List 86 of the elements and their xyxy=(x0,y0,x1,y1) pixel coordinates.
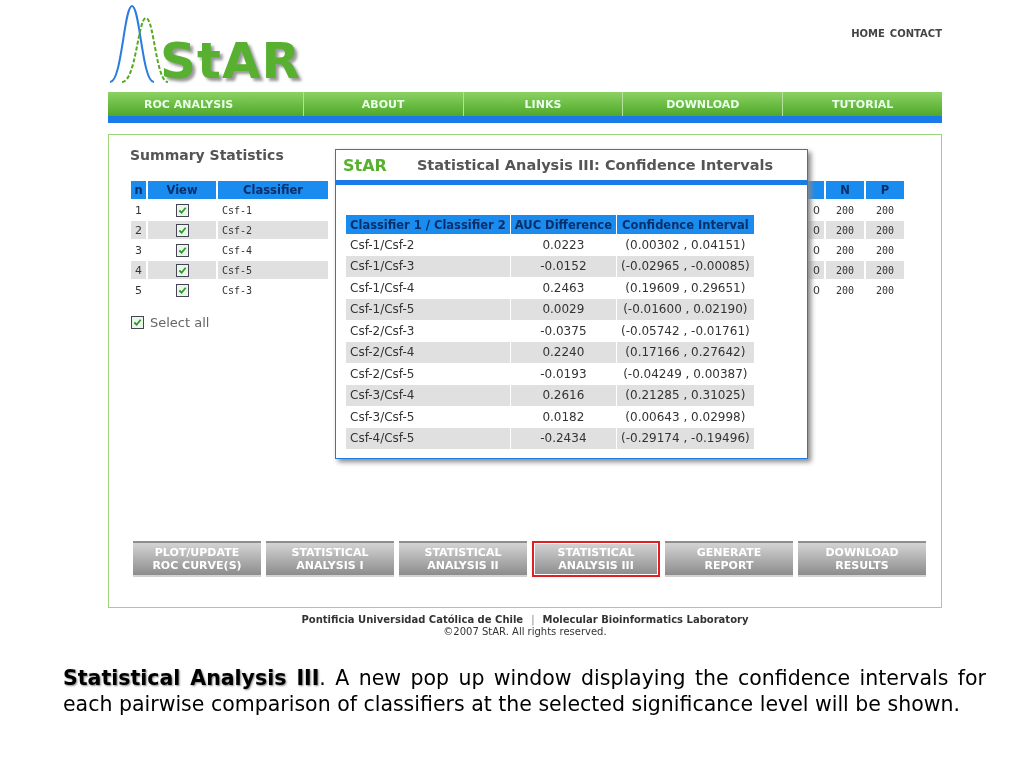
table-cell-text: 1 xyxy=(134,202,143,219)
table-cell-text: 200 xyxy=(834,243,856,258)
table-cell-text: 200 xyxy=(874,243,896,258)
header-link[interactable]: CONTACT xyxy=(889,28,942,92)
action-button[interactable]: STATISTICAL ANALYSIS II xyxy=(399,541,527,577)
table-cell: 200 xyxy=(866,221,904,239)
footer-separator: | xyxy=(531,614,535,625)
table-cell-text: 200 xyxy=(874,283,896,298)
table-cell-text: 0 xyxy=(812,242,821,259)
table-cell-text: 200 xyxy=(834,203,856,218)
popup-title: Statistical Analysis III: Confidence Intervals xyxy=(416,157,774,173)
caption: Statistical Analysis III. A new pop up window displaying the confidence intervals for each pairwise comparison of classifiers at the selected significance level will be shown. xyxy=(63,665,986,717)
table-cell: 0.2240 xyxy=(510,341,616,363)
column-header: Confidence Interval xyxy=(617,215,754,234)
action-button[interactable]: GENERATE REPORT xyxy=(665,541,793,577)
table-cell: -0.2434 xyxy=(510,427,616,449)
table-cell: Csf-2 xyxy=(218,221,328,239)
table-cell: 4 xyxy=(131,261,146,279)
table-cell-text: -0.0375 xyxy=(539,322,588,340)
column-header: Classifier xyxy=(218,181,328,199)
table-cell-text: 0.0223 xyxy=(541,236,586,254)
table-cell-text: 0 xyxy=(812,282,821,299)
table-cell: (0.17166 , 0.27642) xyxy=(617,341,754,363)
checkbox[interactable] xyxy=(175,283,189,297)
checkbox[interactable] xyxy=(131,316,144,329)
table-cell-text: Csf-1/Csf-2 xyxy=(349,236,416,254)
table-cell: 0.2616 xyxy=(510,384,616,406)
table-cell: Csf-1/Csf-5 xyxy=(346,298,510,320)
table-cell: 200 xyxy=(866,261,904,279)
table-cell-text: 200 xyxy=(834,283,856,298)
copyright: ©2007 StAR. All rights reserved. xyxy=(442,626,608,637)
table-cell-text: Csf-1 xyxy=(221,203,254,218)
table-cell-text: Csf-1/Csf-4 xyxy=(349,279,416,297)
table-cell-text: (0.00302 , 0.04151) xyxy=(624,236,747,254)
table-cell-text: Csf-3 xyxy=(221,283,254,298)
table-cell: Csf-4/Csf-5 xyxy=(346,427,510,449)
popup-logo: StAR xyxy=(343,155,387,175)
table-cell: Csf-3/Csf-4 xyxy=(346,384,510,406)
table-cell: (-0.29174 , -0.19496) xyxy=(617,427,754,449)
table-cell-text: (-0.04249 , 0.00387) xyxy=(622,365,749,383)
table-cell-text: Csf-4 xyxy=(221,243,254,258)
column-header: AUC Difference xyxy=(510,215,616,234)
logo: StAR xyxy=(160,36,302,86)
table-cell-text: (-0.05742 , -0.01761) xyxy=(620,322,751,340)
action-button[interactable]: DOWNLOAD RESULTS xyxy=(798,541,926,577)
table-cell: 200 xyxy=(826,261,864,279)
footer-text: Pontificia Universidad Católica de Chile xyxy=(301,614,524,625)
checkbox[interactable] xyxy=(175,243,189,257)
table-cell-text: (0.19609 , 0.29651) xyxy=(624,279,747,297)
table-cell: Csf-2/Csf-4 xyxy=(346,341,510,363)
table-cell-text: 5 xyxy=(134,282,143,299)
table-cell: Csf-1/Csf-3 xyxy=(346,255,510,277)
action-button[interactable]: STATISTICAL ANALYSIS III xyxy=(532,541,660,577)
header-link[interactable]: HOME xyxy=(851,28,885,92)
footer-text: Molecular Bioinformatics Laboratory xyxy=(542,614,749,625)
checkbox-label: Select all xyxy=(150,315,210,330)
column-header: P xyxy=(866,181,904,199)
table-cell-text: -0.0193 xyxy=(539,365,588,383)
table-cell-text: 3 xyxy=(134,242,143,259)
column-header: N xyxy=(826,181,864,199)
checkbox[interactable] xyxy=(175,203,189,217)
table-cell-text: (0.00643 , 0.02998) xyxy=(624,408,747,426)
table-cell: 0.0029 xyxy=(510,298,616,320)
table-cell-text: Csf-2/Csf-5 xyxy=(349,365,416,383)
table-cell: Csf-5 xyxy=(218,261,328,279)
table-cell-text: Csf-2/Csf-3 xyxy=(349,322,416,340)
table-cell-text: 0.2463 xyxy=(541,279,586,297)
checkbox[interactable] xyxy=(175,263,189,277)
table-cell: (-0.02965 , -0.00085) xyxy=(617,255,754,277)
column-header: View xyxy=(148,181,216,199)
table-cell-text: 0.0182 xyxy=(541,408,586,426)
table-cell-text: 200 xyxy=(874,203,896,218)
checkbox[interactable] xyxy=(175,223,189,237)
table-cell-text: Csf-3/Csf-5 xyxy=(349,408,416,426)
action-button[interactable]: PLOT/UPDATE ROC CURVE(S) xyxy=(133,541,261,577)
table-cell: 200 xyxy=(826,221,864,239)
nav-item[interactable]: TUTORIAL xyxy=(783,92,942,116)
action-button[interactable]: STATISTICAL ANALYSIS I xyxy=(266,541,394,577)
table-cell: -0.0152 xyxy=(510,255,616,277)
table-cell: (0.21285 , 0.31025) xyxy=(617,384,754,406)
table-cell-text: 0 xyxy=(812,202,821,219)
table-cell: (-0.01600 , 0.02190) xyxy=(617,298,754,320)
column-header: n xyxy=(131,181,146,199)
section-title: Summary Statistics xyxy=(130,147,285,163)
column-header: Classifier 1 / Classifier 2 xyxy=(346,215,510,234)
table-cell: 2 xyxy=(131,221,146,239)
